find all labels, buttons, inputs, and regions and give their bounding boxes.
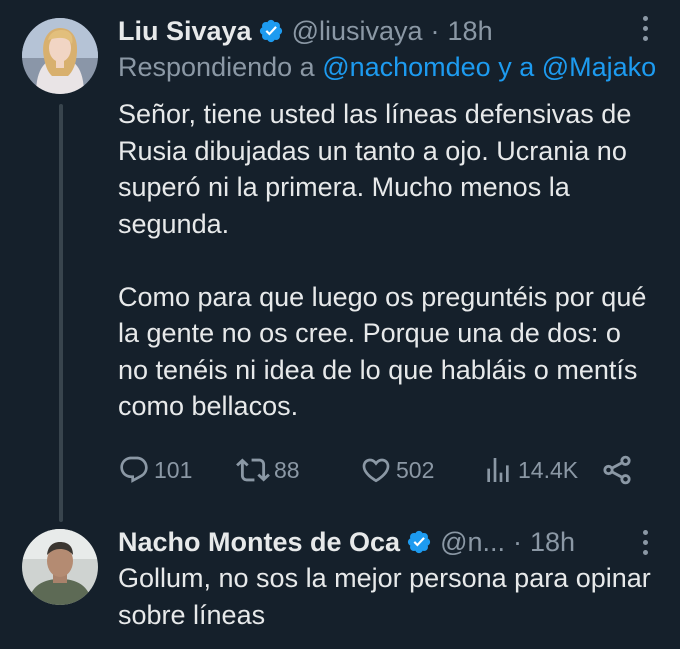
avatar-nacho-image — [22, 529, 98, 605]
tweet-nacho-montes-de-oca[interactable]: Nacho Montes de Oca @n... · 18h Gollum, … — [0, 520, 680, 649]
timestamp[interactable]: 18h — [530, 527, 575, 558]
more-options-icon[interactable] — [640, 16, 650, 41]
tweet-actions: 101 88 502 14.4K — [118, 450, 638, 490]
share-button[interactable] — [600, 450, 634, 490]
tweet-liu-sivaya[interactable]: Liu Sivaya @liusivaya · 18h Respondiendo… — [0, 0, 680, 522]
reply-button[interactable]: 101 — [118, 450, 192, 490]
like-count: 502 — [396, 456, 435, 483]
tweet-paragraph: Como para que luego os preguntéis por qu… — [118, 281, 647, 422]
tweet-header: Liu Sivaya @liusivaya · 18h — [118, 11, 680, 51]
avatar-liu-sivaya-image — [22, 18, 98, 94]
author-name[interactable]: Liu Sivaya — [118, 16, 252, 47]
tweet-header: Nacho Montes de Oca @n... · 18h — [118, 522, 680, 562]
more-options-icon[interactable] — [640, 530, 650, 555]
heart-icon — [362, 458, 390, 483]
reply-context: Respondiendo a @nachomdeo y a @Majako — [118, 52, 656, 83]
separator-dot: · — [513, 526, 523, 557]
tweet-text: Gollum, no sos la mejor persona para opi… — [118, 560, 658, 633]
like-button[interactable]: 502 — [360, 450, 434, 490]
verified-badge-icon — [407, 530, 431, 554]
author-name[interactable]: Nacho Montes de Oca — [118, 527, 400, 558]
views-icon — [487, 458, 509, 482]
reply-prefix: Respondiendo a — [118, 52, 315, 82]
thread-line — [59, 104, 63, 522]
share-icon — [603, 455, 631, 485]
retweet-button[interactable]: 88 — [236, 450, 300, 490]
tweet-paragraph: Gollum, no sos la mejor persona para opi… — [118, 563, 651, 630]
verified-badge-icon — [259, 19, 282, 43]
tweet-paragraph: Señor, tiene usted las líneas defensivas… — [118, 99, 632, 239]
retweet-count: 88 — [274, 456, 300, 483]
reply-icon — [120, 456, 148, 483]
views-count: 14.4K — [518, 456, 579, 483]
separator-dot: · — [430, 15, 440, 46]
reply-mention-link[interactable]: @nachomdeo y a @Majako — [322, 52, 656, 82]
tweet-text: Señor, tiene usted las líneas defensivas… — [118, 96, 658, 425]
avatar[interactable] — [22, 18, 98, 94]
reply-count: 101 — [154, 456, 193, 483]
timestamp[interactable]: 18h — [448, 16, 493, 47]
views-button[interactable]: 14.4K — [482, 450, 578, 490]
author-handle[interactable]: @n... — [440, 527, 505, 558]
author-handle[interactable]: @liusivaya — [292, 16, 423, 47]
avatar[interactable] — [22, 529, 98, 605]
retweet-icon — [236, 458, 270, 482]
